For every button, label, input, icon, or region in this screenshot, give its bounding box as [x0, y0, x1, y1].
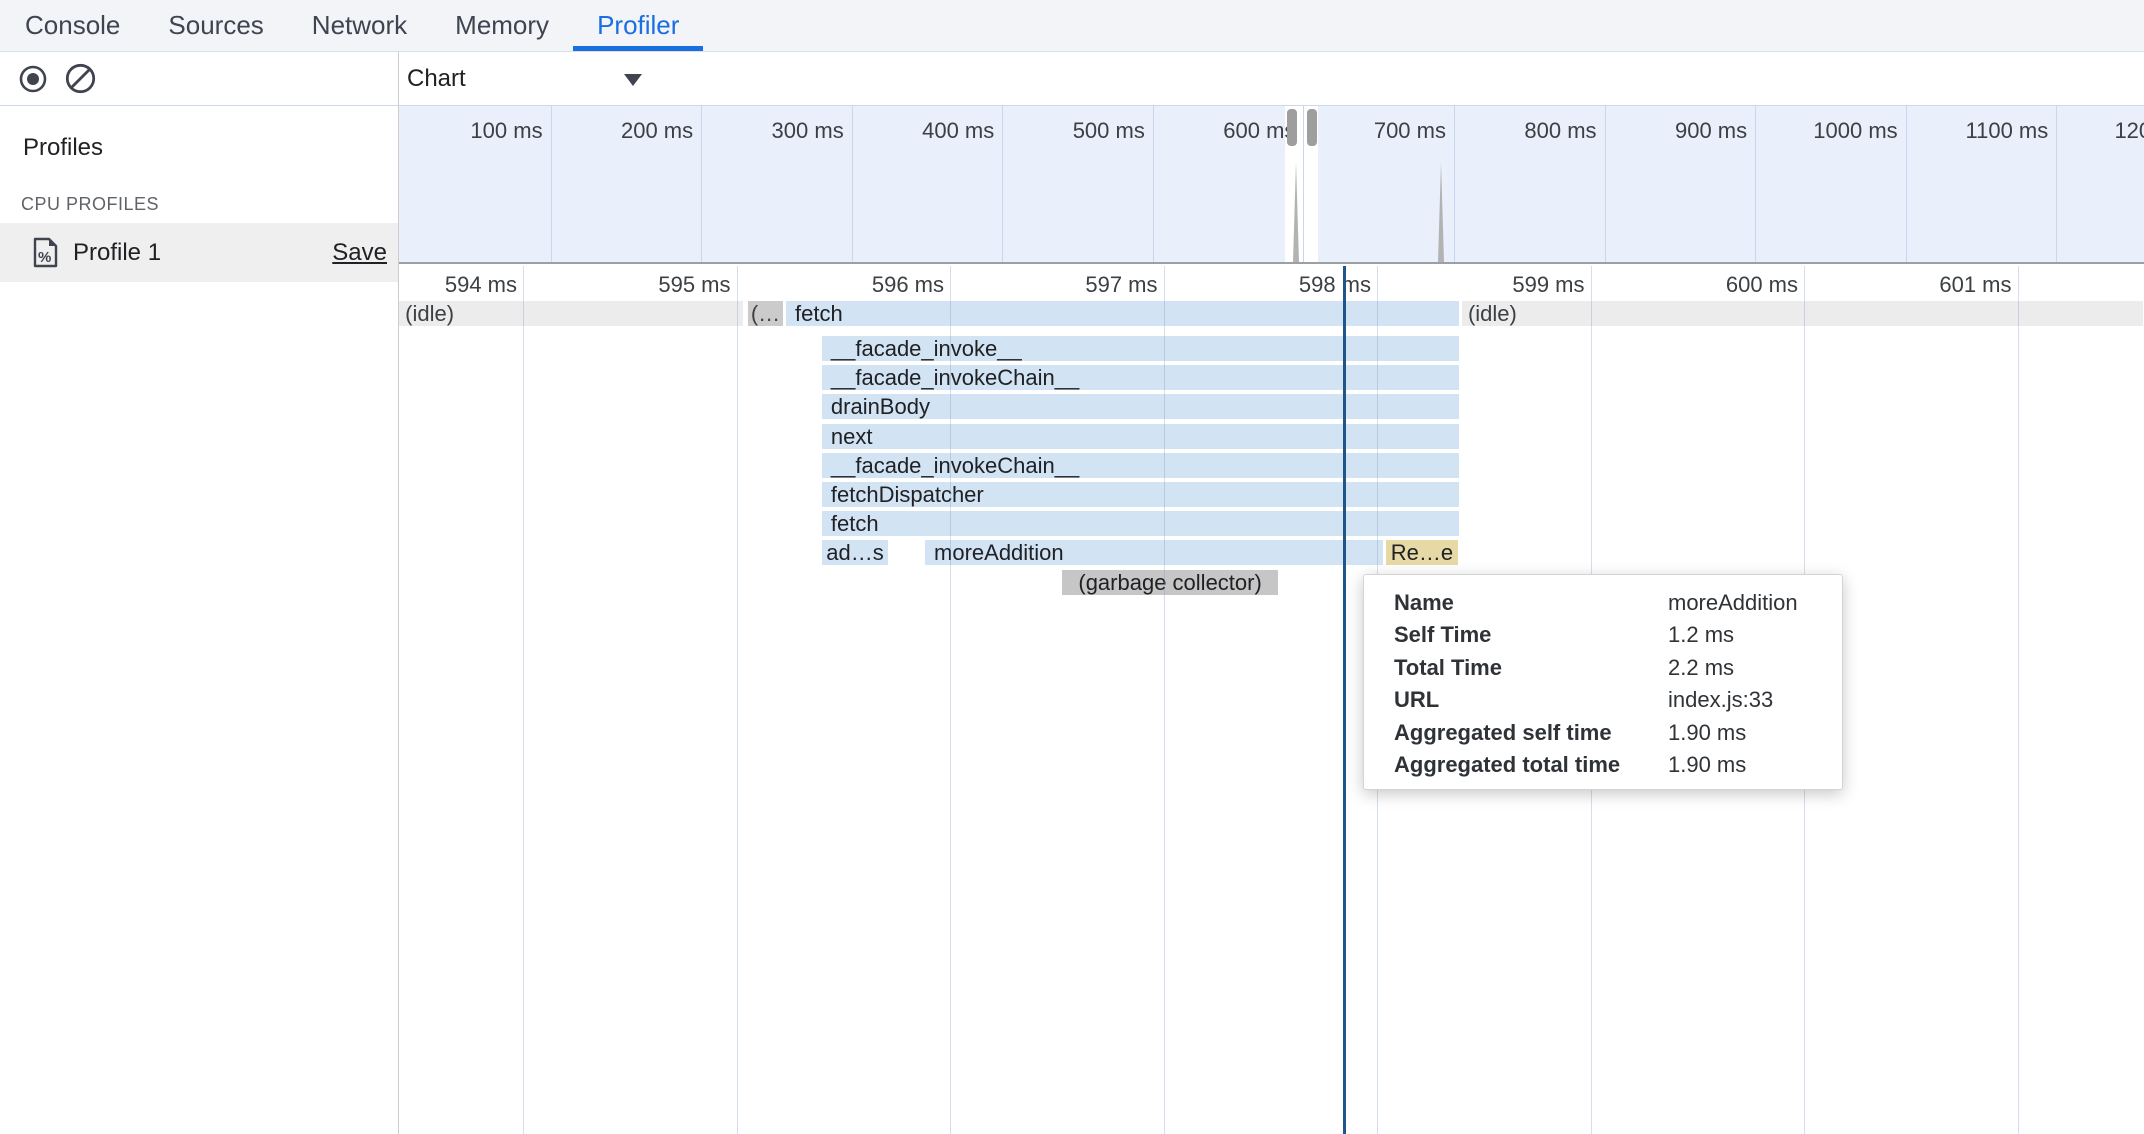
profile-name: Profile 1 [73, 239, 332, 267]
flame-bar--[interactable]: (… [748, 301, 783, 326]
tooltip-label: Aggregated total time [1394, 749, 1668, 781]
ms-gridline [2018, 266, 2019, 1134]
ms-gridline [523, 266, 524, 1134]
devtools-window: ConsoleSourcesNetworkMemoryProfiler Char… [0, 0, 2144, 1134]
ruler-tick-label: 596 ms [744, 272, 944, 298]
ms-gridline [1164, 266, 1165, 1134]
ms-gridline [950, 266, 951, 1134]
flame-bar--facade-invokechain-[interactable]: __facade_invokeChain__ [822, 365, 1459, 390]
frame-tooltip: NamemoreAdditionSelf Time1.2 msTotal Tim… [1363, 574, 1843, 790]
flame-bar-fetch[interactable]: fetch [822, 511, 1459, 536]
tooltip-row: Self Time1.2 ms [1364, 619, 1842, 651]
flame-bar--idle-[interactable]: (idle) [1462, 301, 2143, 326]
current-time-marker[interactable] [1343, 266, 1346, 1134]
ruler-tick-label: 600 ms [1598, 272, 1798, 298]
tooltip-value: 2.2 ms [1668, 652, 1842, 684]
tooltip-row: NamemoreAddition [1364, 587, 1842, 619]
flame-bar--facade-invoke-[interactable]: __facade_invoke__ [822, 336, 1459, 361]
ruler-tick-label: 594 ms [399, 272, 517, 298]
overview-strip[interactable]: 100 ms200 ms300 ms400 ms500 ms600 ms700 … [399, 106, 2144, 264]
profile-list-item[interactable]: % Profile 1 Save [0, 223, 398, 282]
tooltip-label: Self Time [1394, 619, 1668, 651]
ruler-tick-label: 599 ms [1385, 272, 1585, 298]
svg-text:%: % [38, 249, 51, 266]
tooltip-value: 1.2 ms [1668, 619, 1842, 651]
ruler-tick-label: 597 ms [958, 272, 1158, 298]
flame-bar-ad-s[interactable]: ad…s [822, 540, 888, 565]
flame-chart[interactable]: (idle)(…fetch(idle)__facade_invoke____fa… [399, 266, 2144, 1134]
clear-profiles-button[interactable] [65, 63, 96, 94]
flame-bar-fetchdispatcher[interactable]: fetchDispatcher [822, 482, 1459, 507]
tooltip-value: index.js:33 [1668, 684, 1842, 716]
flame-bar-re-e[interactable]: Re…e [1386, 540, 1458, 565]
tooltip-label: URL [1394, 684, 1668, 716]
ruler-tick-label: 598 ms [1171, 272, 1371, 298]
tab-profiler[interactable]: Profiler [573, 0, 703, 51]
cpu-activity-spike [1438, 162, 1444, 262]
dropdown-caret-icon [624, 74, 642, 86]
tooltip-row: Aggregated total time1.90 ms [1364, 749, 1842, 781]
tooltip-value: moreAddition [1668, 587, 1842, 619]
flame-bar--idle-[interactable]: (idle) [399, 301, 743, 326]
flame-bar--garbage-collector-[interactable]: (garbage collector) [1062, 570, 1278, 595]
tab-sources[interactable]: Sources [144, 0, 287, 51]
profile-document-icon: % [32, 237, 59, 268]
flame-bar-moreaddition[interactable]: moreAddition [925, 540, 1383, 565]
tooltip-row: URLindex.js:33 [1364, 684, 1842, 716]
flame-bar--facade-invokechain-[interactable]: __facade_invokeChain__ [822, 453, 1459, 478]
clear-icon [65, 63, 96, 94]
selection-handle-right[interactable] [1307, 109, 1317, 146]
tooltip-row: Aggregated self time1.90 ms [1364, 717, 1842, 749]
view-mode-value: Chart [407, 65, 466, 93]
tooltip-value: 1.90 ms [1668, 749, 1842, 781]
tab-bar: ConsoleSourcesNetworkMemoryProfiler [0, 0, 2144, 52]
view-mode-select[interactable]: Chart [407, 62, 660, 96]
ruler-tick-label: 595 ms [531, 272, 731, 298]
tab-network[interactable]: Network [288, 0, 431, 51]
ruler-tick-label: 601 ms [1812, 272, 2012, 298]
tooltip-label: Aggregated self time [1394, 717, 1668, 749]
tooltip-row: Total Time2.2 ms [1364, 652, 1842, 684]
tooltip-label: Total Time [1394, 652, 1668, 684]
tab-memory[interactable]: Memory [431, 0, 573, 51]
sidebar: Profiles CPU PROFILES % Profile 1 Save [0, 106, 398, 1134]
cpu-profiles-section-label: CPU PROFILES [21, 194, 159, 215]
selection-handle-left[interactable] [1287, 109, 1297, 146]
profiler-toolbar: Chart [0, 52, 2144, 106]
cpu-activity-spike [1293, 162, 1299, 262]
flame-bar-fetch[interactable]: fetch [786, 301, 1459, 326]
overview-tick-label: 1200 ms [1999, 118, 2144, 144]
tooltip-label: Name [1394, 587, 1668, 619]
tab-console[interactable]: Console [1, 0, 144, 51]
flame-bar-next[interactable]: next [822, 424, 1459, 449]
tooltip-value: 1.90 ms [1668, 717, 1842, 749]
record-profile-button[interactable] [19, 65, 47, 93]
ms-gridline [737, 266, 738, 1134]
flame-bar-drainbody[interactable]: drainBody [822, 394, 1459, 419]
save-profile-link[interactable]: Save [332, 239, 387, 267]
record-icon [19, 65, 47, 93]
profiles-title: Profiles [23, 134, 103, 162]
